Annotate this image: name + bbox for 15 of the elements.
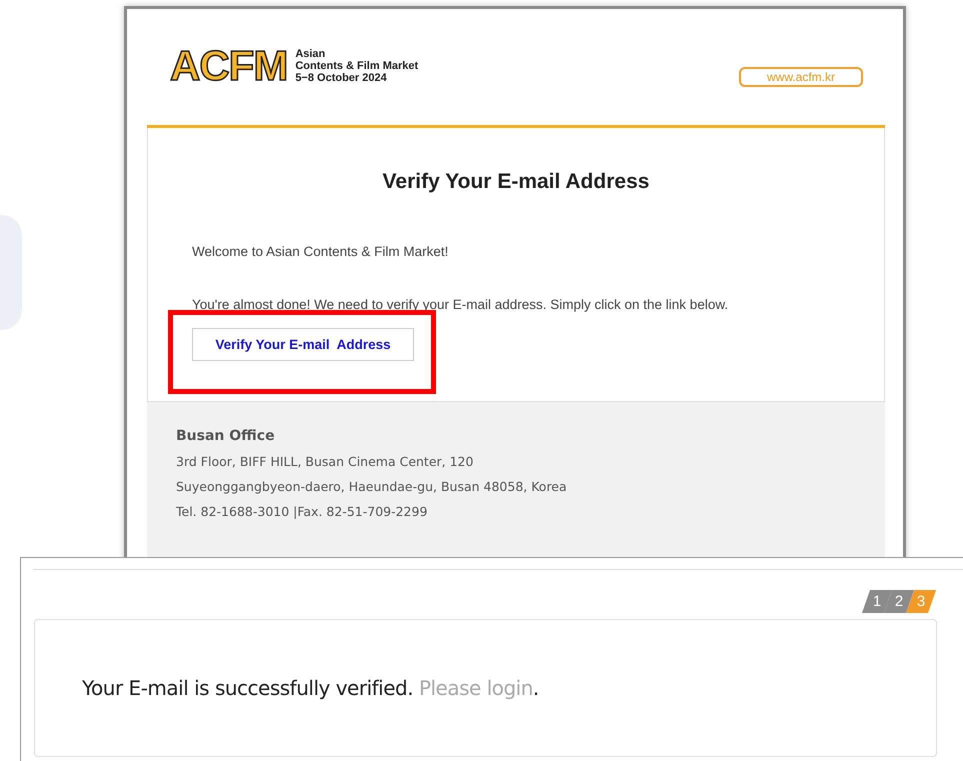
logo-text: Asian	[295, 48, 326, 60]
email-paragraph: Welcome to Asian Contents & Film Market!	[192, 244, 450, 259]
logo-text: 5−8 October 2024	[295, 72, 388, 84]
verify-button[interactable]: Verify Your E-mail Address	[192, 328, 414, 361]
email-title: Verify Your E-mail Address	[382, 170, 650, 194]
office-address: 3rd Floor, BIFF HILL, Busan Cinema Center, 120	[176, 454, 474, 469]
logo-wordmark: ACFM	[170, 45, 288, 87]
logo-text: Contents & Film Market	[295, 60, 418, 72]
success-message: Your E-mail is successfully verified. Please login.	[82, 676, 539, 700]
website-link[interactable]: www.acfm.kr	[738, 67, 863, 87]
login-link[interactable]: Please login	[418, 676, 533, 700]
office-heading: Busan Office	[176, 428, 276, 444]
office-address: Suyeonggangbyeon-daero, Haeundae-gu, Busan 48058, Korea	[176, 479, 568, 494]
email-paragraph: You're almost done! We need to verify your E-mail address. Simply click on the link below.	[192, 297, 730, 312]
office-address: Tel. 82-1688-3010 |Fax. 82-51-709-2299	[176, 504, 428, 519]
